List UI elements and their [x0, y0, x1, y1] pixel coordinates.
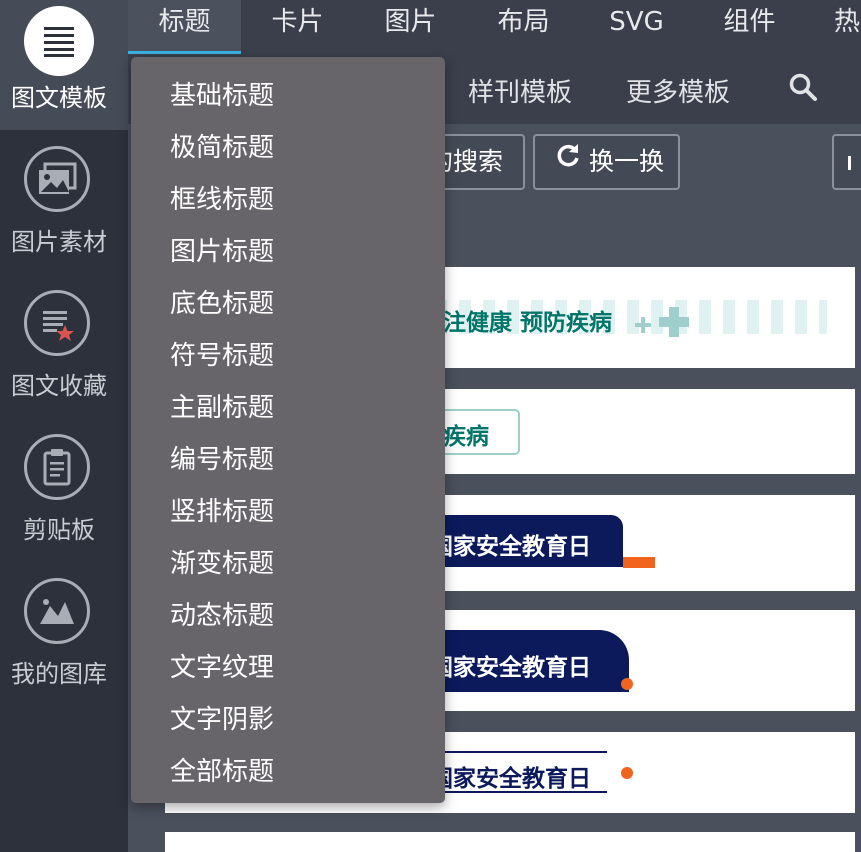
sidebar-item-label: 图片素材: [11, 228, 107, 256]
tab-image[interactable]: 图片: [354, 0, 467, 54]
sidebar-item-label: 图文收藏: [11, 372, 107, 400]
menu-item-text-texture[interactable]: 文字纹理: [170, 647, 274, 684]
menu-item-bgcolor-title[interactable]: 底色标题: [170, 283, 274, 320]
tab-layout[interactable]: 布局: [467, 0, 580, 54]
sidebar-item-templates[interactable]: 图文模板: [0, 0, 128, 130]
clipboard-icon: [24, 434, 90, 500]
tab-title[interactable]: 标题: [128, 0, 241, 54]
menu-item-basic-title[interactable]: 基础标题: [170, 75, 274, 112]
sidebar-item-label: 剪贴板: [23, 516, 95, 544]
menu-item-image-title[interactable]: 图片标题: [170, 231, 274, 268]
template-title: 国家安全教育日: [430, 655, 591, 681]
template-title: 国家安全教育日: [430, 534, 591, 560]
sidebar-item-label: 我的图库: [11, 660, 107, 688]
accent-dot: [621, 678, 633, 690]
gallery-icon: [24, 578, 90, 644]
menu-item-all-titles[interactable]: 全部标题: [170, 751, 274, 788]
refresh-icon: [555, 134, 581, 186]
accent-dot: [621, 767, 633, 779]
menu-item-numbered-title[interactable]: 编号标题: [170, 439, 274, 476]
tab-svg[interactable]: SVG: [580, 0, 693, 54]
menu-item-vertical-title[interactable]: 竖排标题: [170, 491, 274, 528]
menu-item-symbol-title[interactable]: 符号标题: [170, 335, 274, 372]
list-icon: [24, 6, 94, 76]
refresh-button[interactable]: 换一换: [533, 134, 680, 190]
favorite-doc-icon: [24, 290, 90, 356]
tab-card[interactable]: 卡片: [241, 0, 354, 54]
search-icon[interactable]: [788, 72, 818, 106]
template-title: 国家安全教育日: [430, 766, 591, 792]
title-category-dropdown: 基础标题 极简标题 框线标题 图片标题 底色标题 符号标题 主副标题 编号标题 …: [131, 57, 445, 803]
sub-link-sample-templates[interactable]: 样刊模板: [468, 72, 572, 109]
sub-link-more-templates[interactable]: 更多模板: [626, 72, 730, 109]
tab-hot[interactable]: 热: [806, 0, 861, 54]
refresh-label: 换一换: [588, 147, 664, 176]
template-title: 疾病: [443, 424, 489, 450]
menu-item-animated-title[interactable]: 动态标题: [170, 595, 274, 632]
sidebar-item-images[interactable]: 图片素材: [0, 130, 128, 260]
menu-item-text-shadow[interactable]: 文字阴影: [170, 699, 274, 736]
plus-icon: [659, 307, 689, 337]
plus-icon: [635, 317, 651, 333]
category-tabs: 标题 卡片 图片 布局 SVG 组件 热: [128, 0, 861, 54]
accent-bar: [623, 557, 655, 568]
image-icon: [24, 146, 90, 212]
download-icon: [848, 156, 856, 170]
download-button[interactable]: [832, 134, 861, 190]
menu-item-gradient-title[interactable]: 渐变标题: [170, 543, 274, 580]
menu-item-minimal-title[interactable]: 极简标题: [170, 127, 274, 164]
sidebar-item-gallery[interactable]: 我的图库: [0, 562, 128, 692]
menu-item-frame-title[interactable]: 框线标题: [170, 179, 274, 216]
tab-component[interactable]: 组件: [693, 0, 806, 54]
menu-item-subtitle-title[interactable]: 主副标题: [170, 387, 274, 424]
sidebar-item-favorites[interactable]: 图文收藏: [0, 274, 128, 404]
template-card[interactable]: [165, 832, 855, 852]
sidebar-item-label: 图文模板: [11, 84, 107, 112]
sidebar-item-clipboard[interactable]: 剪贴板: [0, 418, 128, 548]
template-title: 注健康 预防疾病: [443, 310, 613, 336]
left-sidebar: 图文模板 图片素材 图文收藏 剪贴板 我的图库: [0, 0, 128, 852]
